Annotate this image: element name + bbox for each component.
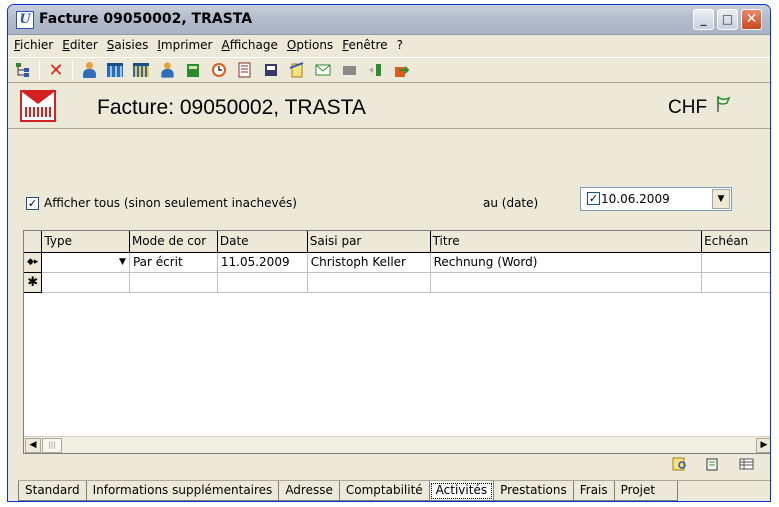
search-document-icon[interactable] <box>672 457 688 471</box>
invoice-icon[interactable] <box>235 60 255 80</box>
scroll-left-icon[interactable]: ◀ <box>25 438 41 453</box>
flag-icon <box>715 95 733 118</box>
empty-cell[interactable] <box>217 272 308 293</box>
delete-icon[interactable]: ✕ <box>46 60 66 81</box>
title-bar[interactable]: U Facture 09050002, TRASTA _ □ ✕ <box>8 5 770 35</box>
date-label: au (date) <box>483 196 539 210</box>
minimize-button[interactable]: _ <box>693 9 714 30</box>
menu-fichier[interactable]: Fichier <box>14 38 53 52</box>
activities-grid[interactable]: Type Mode de cor Date Saisi par Titre Ec… <box>23 230 770 454</box>
chevron-down-icon[interactable]: ▼ <box>712 189 730 209</box>
tab-frais[interactable]: Frais <box>572 481 615 501</box>
column-header-date[interactable]: Date <box>217 231 308 253</box>
new-row-marker[interactable]: ✱ <box>24 272 43 293</box>
menu-imprimer[interactable]: Imprimer <box>157 38 212 52</box>
maximize-button[interactable]: □ <box>717 9 738 30</box>
mode-cell[interactable]: Par écrit <box>129 252 218 273</box>
scroll-right-icon[interactable]: ▶ <box>756 438 770 453</box>
saisi-par-cell[interactable]: Christoph Keller <box>307 252 431 273</box>
buildings-icon[interactable] <box>131 60 151 80</box>
contact-icon[interactable] <box>157 60 177 80</box>
type-cell[interactable]: ▼ <box>41 252 130 273</box>
tab-informations[interactable]: Informations supplémentaires <box>85 481 280 501</box>
building-icon[interactable] <box>105 60 125 80</box>
export-icon[interactable] <box>391 60 411 80</box>
notes-icon[interactable] <box>287 60 307 80</box>
empty-cell[interactable] <box>129 272 218 293</box>
tree-icon[interactable] <box>13 60 33 80</box>
date-checkbox[interactable]: ✓ <box>587 192 600 205</box>
column-header-saisi-par[interactable]: Saisi par <box>307 231 431 253</box>
menu-bar: Fichier Editer Saisies Imprimer Affichag… <box>8 35 770 55</box>
date-value: 10.06.2009 <box>601 192 670 206</box>
titre-cell[interactable]: Rechnung (Word) <box>430 252 703 273</box>
new-row[interactable]: ✱ <box>24 272 770 293</box>
document-header: Facture: 09050002, TRASTA CHF <box>8 85 770 129</box>
close-button[interactable]: ✕ <box>741 9 762 30</box>
row-selector-header <box>24 231 43 253</box>
tab-comptabilite[interactable]: Comptabilité <box>338 481 430 501</box>
app-logo-icon[interactable]: U <box>16 11 34 29</box>
window-title: Facture 09050002, TRASTA <box>39 11 253 27</box>
column-header-mode[interactable]: Mode de cor <box>129 231 218 253</box>
table-header-row: Type Mode de cor Date Saisi par Titre Ec… <box>24 231 770 253</box>
horizontal-scrollbar[interactable]: ◀ ||| ▶ <box>24 436 770 453</box>
activities-table: Type Mode de cor Date Saisi par Titre Ec… <box>24 231 770 293</box>
person-icon[interactable] <box>79 60 99 80</box>
show-all-checkbox[interactable]: ✓ <box>26 197 39 210</box>
toolbar-separator <box>39 61 40 79</box>
tab-bar: Standard Informations supplémentaires Ad… <box>18 480 770 501</box>
move-icon[interactable] <box>365 60 385 80</box>
column-header-echeance[interactable]: Echéan <box>701 231 770 253</box>
chevron-down-icon[interactable]: ▼ <box>119 257 126 267</box>
menu-affichage[interactable]: Affichage <box>221 38 277 52</box>
show-all-label: Afficher tous (sinon seulement inachevés… <box>44 196 297 210</box>
menu-fenetre[interactable]: Fenêtre <box>342 38 387 52</box>
empty-cell[interactable] <box>430 272 703 293</box>
tab-standard[interactable]: Standard <box>18 481 87 501</box>
email-icon[interactable] <box>313 60 333 80</box>
toolbar: ✕ <box>8 57 770 83</box>
empty-cell[interactable] <box>701 272 770 293</box>
printer-icon[interactable] <box>261 60 281 80</box>
table-row[interactable]: ◆▸ ▼ Par écrit 11.05.2009 Christoph Kell… <box>24 252 770 273</box>
column-header-titre[interactable]: Titre <box>430 231 703 253</box>
scroll-thumb[interactable]: ||| <box>42 438 62 453</box>
date-cell[interactable]: 11.05.2009 <box>217 252 308 273</box>
book-icon[interactable] <box>183 60 203 80</box>
toolbar-separator <box>72 61 73 79</box>
tab-activites[interactable]: Activités <box>428 481 495 501</box>
menu-options[interactable]: Options <box>287 38 333 52</box>
invoice-envelope-icon <box>20 90 56 122</box>
tab-prestations[interactable]: Prestations <box>493 481 574 501</box>
menu-editer[interactable]: Editer <box>62 38 98 52</box>
new-document-icon[interactable] <box>705 457 721 471</box>
menu-saisies[interactable]: Saisies <box>107 38 149 52</box>
application-window: U Facture 09050002, TRASTA _ □ ✕ Fichier… <box>7 4 771 502</box>
empty-cell[interactable] <box>307 272 431 293</box>
tab-adresse[interactable]: Adresse <box>278 481 340 501</box>
column-header-type[interactable]: Type <box>41 231 130 253</box>
empty-cell[interactable] <box>41 272 130 293</box>
clock-icon[interactable] <box>209 60 229 80</box>
current-row-marker[interactable]: ◆▸ <box>24 252 43 273</box>
gray-block-icon[interactable] <box>339 60 359 80</box>
page-title: Facture: 09050002, TRASTA <box>97 96 366 119</box>
date-picker[interactable]: ✓ 10.06.2009 ▼ <box>580 187 732 211</box>
echeance-cell[interactable] <box>701 252 770 273</box>
currency-label: CHF <box>668 97 708 118</box>
table-view-icon[interactable] <box>739 457 755 471</box>
tab-projet[interactable]: Projet <box>613 481 679 501</box>
menu-help[interactable]: ? <box>397 38 403 52</box>
